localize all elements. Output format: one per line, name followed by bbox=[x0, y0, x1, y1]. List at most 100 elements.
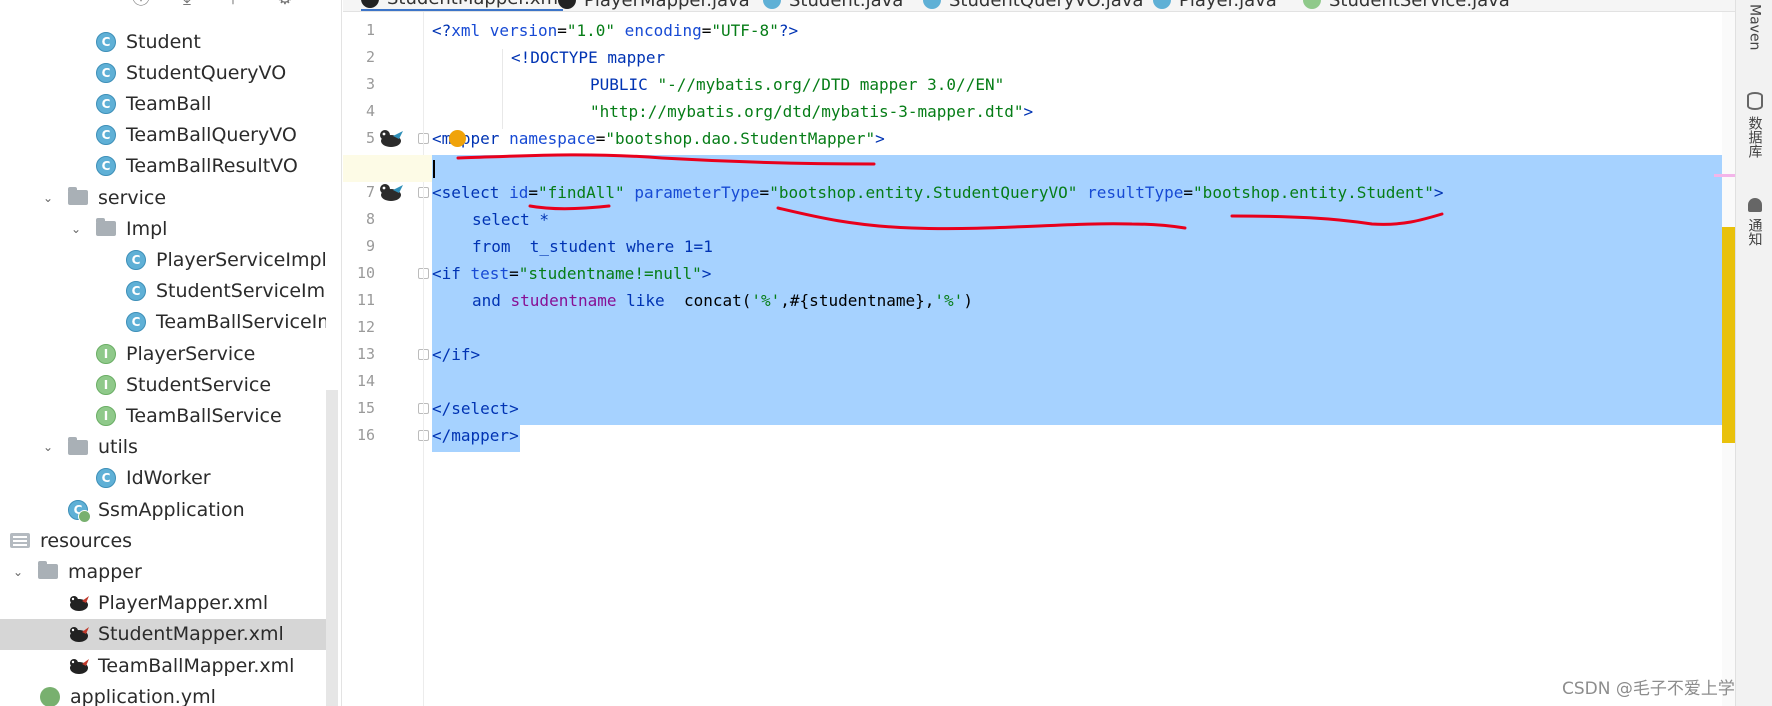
upload-icon[interactable]: ⤒ bbox=[222, 0, 244, 10]
class-icon: C bbox=[96, 125, 116, 146]
tree-row-utils[interactable]: ⌄ utils bbox=[0, 432, 326, 463]
tree-row-teamballresultvo[interactable]: C TeamBallResultVO bbox=[0, 151, 326, 182]
mybatis-icon bbox=[361, 0, 379, 8]
chevron-down-icon[interactable]: ⌄ bbox=[10, 564, 26, 580]
project-tree-toolbar: ⓘ ⤓ ⤒ ⚙ bbox=[0, 0, 341, 12]
tree-row-label: StudentMapper.xml bbox=[98, 623, 284, 646]
tree-row-label: Student bbox=[126, 30, 201, 53]
tree-row-label: mapper bbox=[68, 560, 142, 583]
tab-student-java[interactable]: Student.java bbox=[763, 0, 903, 11]
tree-row-ssmapplication[interactable]: C SsmApplication bbox=[0, 494, 326, 525]
database-label: 数据库 bbox=[1746, 116, 1763, 158]
tree-row-teamballservice[interactable]: I TeamBallService bbox=[0, 400, 326, 431]
class-icon bbox=[1153, 0, 1171, 9]
code-line-15: </select> bbox=[432, 399, 519, 418]
gear-icon[interactable]: ⚙ bbox=[274, 0, 296, 10]
tree-row-label: SsmApplication bbox=[98, 498, 245, 521]
tree-row-student[interactable]: C Student bbox=[0, 26, 326, 57]
class-icon: C bbox=[96, 62, 116, 83]
line-number: 7 bbox=[365, 183, 375, 201]
tree-row-studentserviceimp[interactable]: C StudentServiceImp bbox=[0, 276, 326, 307]
tree-row-teamballserviceim[interactable]: C TeamBallServiceIm bbox=[0, 307, 326, 338]
error-stripe[interactable] bbox=[1714, 12, 1736, 706]
intention-bulb-icon[interactable] bbox=[449, 130, 466, 147]
tree-row-label: StudentQueryVO bbox=[126, 61, 287, 84]
tree-row-mapper[interactable]: ⌄ mapper bbox=[0, 556, 326, 587]
project-tree-panel: ⓘ ⤓ ⤒ ⚙ C Student C StudentQueryVO C TeamBall… bbox=[0, 0, 342, 706]
tree-row-playerservice[interactable]: I PlayerService bbox=[0, 338, 326, 369]
tree-row-label: service bbox=[98, 186, 167, 209]
tree-row-playerserviceimpl[interactable]: C PlayerServiceImpl bbox=[0, 244, 326, 275]
maven-tool-button[interactable]: Maven bbox=[1736, 4, 1772, 50]
code-line-8: select * bbox=[472, 210, 550, 229]
tree-row-label: PlayerMapper.xml bbox=[98, 592, 269, 615]
tree-row-studentservice[interactable]: I StudentService bbox=[0, 369, 326, 400]
tree-row-idworker[interactable]: C IdWorker bbox=[0, 463, 326, 494]
tree-row-playermapper-xml[interactable]: PlayerMapper.xml bbox=[0, 588, 326, 619]
tab-studentmapper-xml[interactable]: StudentMapper.xml bbox=[361, 0, 564, 11]
class-icon: C bbox=[96, 31, 116, 52]
tab-label: Player.java bbox=[1179, 0, 1277, 11]
editor-tab-strip: StudentMapper.xml PlayerMapper.java Studen… bbox=[343, 0, 1735, 12]
tree-row-studentqueryvo[interactable]: C StudentQueryVO bbox=[0, 57, 326, 88]
stripe-warning-marker[interactable] bbox=[1722, 227, 1735, 443]
line-number: 1 bbox=[365, 21, 375, 39]
info-icon[interactable]: ⓘ bbox=[130, 0, 152, 10]
mybatis-navigate-icon[interactable] bbox=[378, 181, 404, 203]
chevron-down-icon[interactable]: ⌄ bbox=[40, 190, 56, 206]
tree-scrollbar[interactable] bbox=[326, 390, 338, 706]
class-icon: C bbox=[96, 468, 116, 489]
tree-row-label: TeamBallServiceIm bbox=[156, 311, 326, 334]
database-tool-button[interactable]: 数据库 bbox=[1736, 92, 1772, 158]
folder-icon bbox=[38, 561, 58, 580]
watermark: CSDN @毛子不爱上学 bbox=[1562, 679, 1735, 699]
mybatis-navigate-icon[interactable] bbox=[378, 127, 404, 149]
line-number: 12 bbox=[356, 318, 375, 336]
indent-guide bbox=[502, 49, 503, 129]
line-number: 10 bbox=[356, 264, 375, 282]
tab-label: StudentQueryVO.java bbox=[949, 0, 1144, 11]
maven-label: Maven bbox=[1746, 4, 1763, 51]
tree-row-resources[interactable]: resources bbox=[0, 525, 326, 556]
resources-folder-icon bbox=[10, 533, 30, 549]
mybatis-icon bbox=[558, 0, 576, 9]
tab-studentservice-java[interactable]: StudentService.java bbox=[1303, 0, 1510, 11]
tree-row-teamballqueryvo[interactable]: C TeamBallQueryVO bbox=[0, 120, 326, 151]
tree-row-service[interactable]: ⌄ service bbox=[0, 182, 326, 213]
tree-row-application-yml[interactable]: application.yml bbox=[0, 681, 326, 706]
tab-playermapper-java[interactable]: PlayerMapper.java bbox=[558, 0, 750, 11]
tree-row-label: StudentServiceImp bbox=[156, 280, 326, 303]
download-icon[interactable]: ⤓ bbox=[176, 0, 198, 10]
code-line-13: </if> bbox=[432, 345, 481, 364]
tree-row-label: Impl bbox=[126, 217, 168, 240]
tree-row-label: TeamBallQueryVO bbox=[126, 124, 297, 147]
code-editor[interactable]: 12345678910111213141516 <?xml version="1… bbox=[343, 12, 1735, 706]
code-area[interactable]: <?xml version="1.0" encoding="UTF-8"?> <… bbox=[343, 12, 1735, 706]
database-icon bbox=[1746, 92, 1763, 110]
notifications-tool-button[interactable]: 通知 bbox=[1736, 198, 1772, 246]
chevron-down-icon[interactable]: ⌄ bbox=[40, 439, 56, 455]
mybatis-icon bbox=[68, 593, 90, 613]
tree-row-teamball[interactable]: C TeamBall bbox=[0, 88, 326, 119]
chevron-down-icon[interactable]: ⌄ bbox=[68, 221, 84, 237]
code-line-16: </mapper> bbox=[432, 426, 519, 445]
line-number: 8 bbox=[365, 210, 375, 228]
class-icon: C bbox=[126, 312, 146, 333]
tab-player-java[interactable]: Player.java bbox=[1153, 0, 1277, 11]
tree-row-label: PlayerService bbox=[126, 342, 256, 365]
package-folder-icon bbox=[68, 436, 88, 455]
tree-row-label: TeamBallMapper.xml bbox=[98, 654, 295, 677]
stripe-marker[interactable] bbox=[1714, 174, 1736, 177]
mybatis-icon bbox=[68, 656, 90, 676]
mybatis-icon bbox=[68, 624, 90, 644]
tree-row-impl[interactable]: ⌄ Impl bbox=[0, 213, 326, 244]
spring-boot-class-icon: C bbox=[68, 499, 91, 523]
package-folder-icon bbox=[96, 218, 116, 237]
tab-studentqueryvo-java[interactable]: StudentQueryVO.java bbox=[923, 0, 1144, 11]
interface-icon: I bbox=[96, 343, 116, 364]
gutter-separator bbox=[423, 12, 424, 706]
tab-label: StudentService.java bbox=[1329, 0, 1510, 11]
class-icon: C bbox=[126, 281, 146, 302]
tree-row-studentmapper-xml[interactable]: StudentMapper.xml bbox=[0, 618, 326, 650]
tree-row-teamballmapper-xml[interactable]: TeamBallMapper.xml bbox=[0, 650, 326, 681]
